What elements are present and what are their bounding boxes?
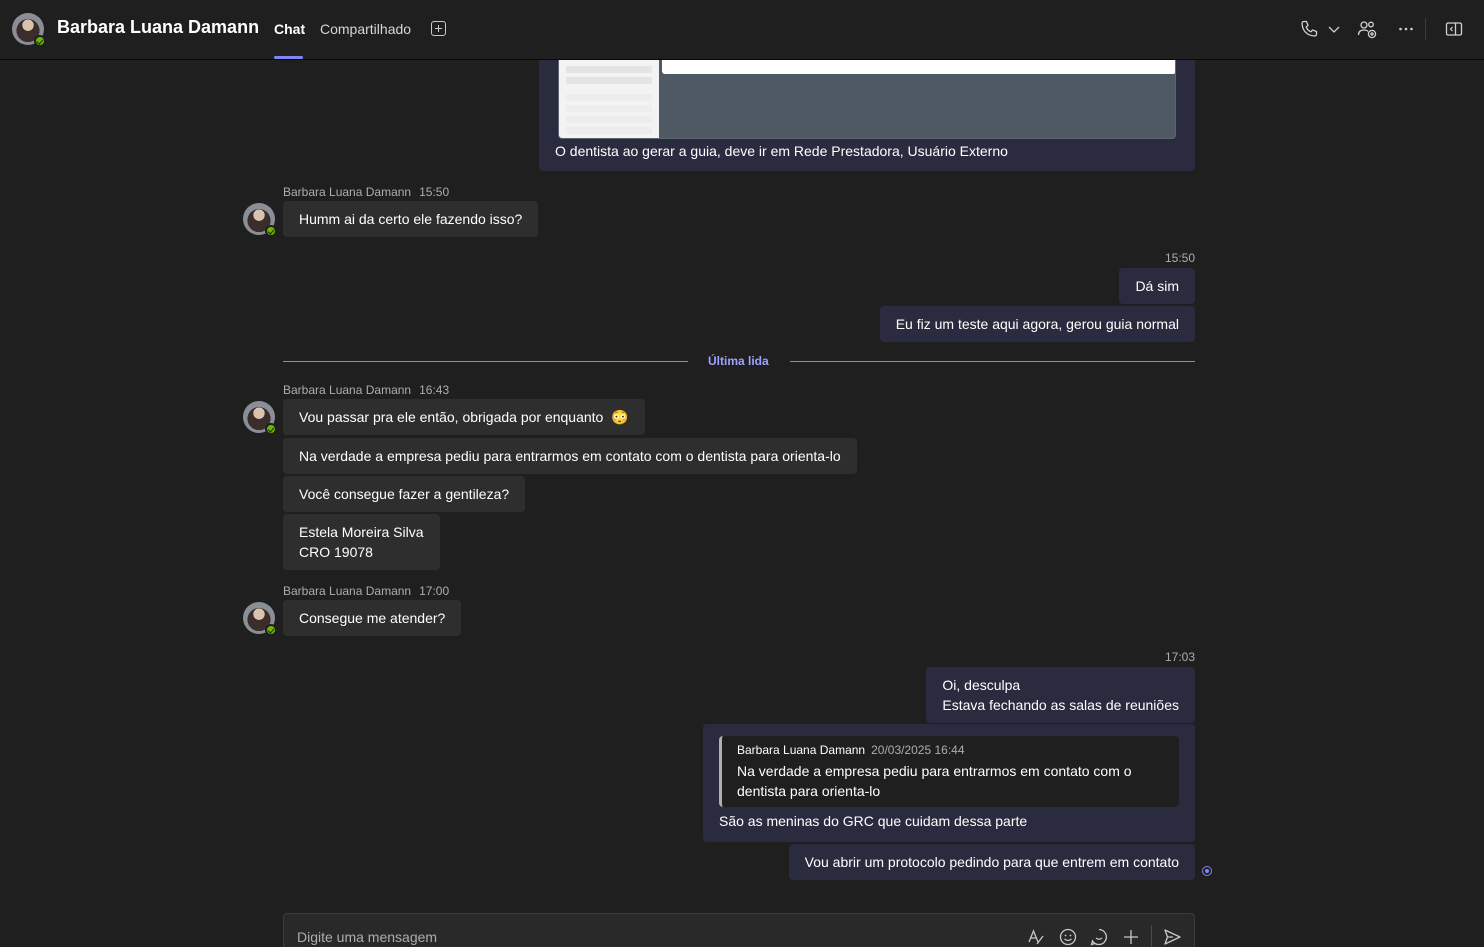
- divider-line: [790, 361, 1195, 362]
- sender-name: Barbara Luana Damann: [283, 383, 412, 397]
- quote-text: Na verdade a empresa pediu para entrarmo…: [737, 763, 1132, 799]
- outgoing-message[interactable]: Dá sim: [1119, 268, 1195, 304]
- quote-header: Barbara Luana Damann 20/03/2025 16:44: [737, 743, 965, 757]
- outgoing-message[interactable]: Eu fiz um teste aqui agora, gerou guia n…: [879, 306, 1195, 342]
- message-text: Vou passar pra ele então, obrigada por e…: [299, 409, 604, 425]
- quoted-message[interactable]: Barbara Luana Damann 20/03/2025 16:44 Na …: [719, 736, 1179, 807]
- message-input[interactable]: Digite uma mensagem: [297, 929, 437, 945]
- screenshot-content-bar: [662, 60, 1175, 74]
- composer-divider: [1151, 925, 1152, 947]
- emoji-icon[interactable]: [1058, 927, 1078, 947]
- incoming-message[interactable]: Você consegue fazer a gentileza?: [283, 476, 526, 512]
- send-icon[interactable]: [1162, 927, 1182, 947]
- sender-name: Barbara Luana Damann: [283, 584, 412, 598]
- add-tab-icon[interactable]: [431, 21, 446, 36]
- last-read-label: Última lida: [708, 354, 769, 368]
- quote-sender: Barbara Luana Damann: [737, 743, 866, 757]
- divider-line: [283, 361, 688, 362]
- sticker-icon[interactable]: [1089, 927, 1109, 947]
- presence-available-icon: [265, 423, 277, 435]
- sender-name: Barbara Luana Damann: [283, 185, 412, 199]
- header-divider: [1425, 18, 1426, 40]
- open-side-panel-icon[interactable]: [1443, 18, 1465, 40]
- presence-available-icon: [265, 225, 277, 237]
- avatar[interactable]: [243, 602, 277, 636]
- message-text: O dentista ao gerar a guia, deve ir em R…: [555, 143, 1008, 159]
- message-composer[interactable]: Digite uma mensagem: [283, 913, 1195, 947]
- outgoing-message[interactable]: Oi, desculpa Estava fechando as salas de…: [926, 667, 1195, 723]
- incoming-message[interactable]: Consegue me atender?: [283, 600, 462, 636]
- timestamp: 15:50: [419, 185, 450, 199]
- message-meta: Barbara Luana Damann 16:43: [283, 383, 449, 397]
- add-icon[interactable]: [1121, 927, 1141, 947]
- timestamp: 17:03: [1164, 650, 1195, 664]
- avatar[interactable]: [243, 401, 277, 435]
- message-text: Oi, desculpa: [942, 677, 1021, 693]
- quote-date: 20/03/2025 16:44: [871, 743, 965, 757]
- presence-available-icon: [34, 35, 46, 47]
- avatar[interactable]: [12, 13, 46, 47]
- outgoing-message-with-quote[interactable]: Barbara Luana Damann 20/03/2025 16:44 Na …: [703, 724, 1195, 842]
- incoming-message[interactable]: Vou passar pra ele então, obrigada por e…: [283, 399, 645, 435]
- chat-header: Barbara Luana Damann Chat Compartilhado: [0, 0, 1484, 60]
- incoming-message[interactable]: Na verdade a empresa pediu para entrarmo…: [283, 438, 857, 474]
- avatar[interactable]: [243, 203, 277, 237]
- active-tab-indicator: [274, 56, 303, 59]
- tab-chat[interactable]: Chat: [274, 21, 305, 37]
- incoming-message[interactable]: Estela Moreira Silva CRO 19078: [283, 514, 440, 570]
- message-text: Estava fechando as salas de reuniões: [942, 697, 1179, 713]
- flushed-emoji-icon: 😳: [611, 409, 629, 425]
- chevron-down-icon[interactable]: [1323, 18, 1345, 40]
- message-text: São as meninas do GRC que cuidam dessa p…: [719, 813, 1028, 829]
- people-add-icon[interactable]: [1356, 18, 1378, 40]
- message-meta: Barbara Luana Damann 17:00: [283, 584, 449, 598]
- message-text: CRO 19078: [299, 544, 373, 560]
- tab-compartilhado[interactable]: Compartilhado: [320, 21, 411, 37]
- incoming-message[interactable]: Humm ai da certo ele fazendo isso?: [283, 201, 539, 237]
- format-icon[interactable]: [1026, 927, 1046, 947]
- last-read-divider: Última lida: [283, 352, 1195, 372]
- message-meta: Barbara Luana Damann 15:50: [283, 185, 449, 199]
- more-icon[interactable]: [1395, 18, 1417, 40]
- message-list[interactable]: O dentista ao gerar a guia, deve ir em R…: [0, 60, 1484, 947]
- screenshot-sidebar: [559, 60, 659, 138]
- seen-receipt-icon: [1202, 866, 1212, 876]
- message-text: Estela Moreira Silva: [299, 524, 424, 540]
- timestamp: 15:50: [1164, 251, 1195, 265]
- timestamp: 16:43: [419, 383, 450, 397]
- outgoing-message[interactable]: Vou abrir um protocolo pedindo para que …: [788, 844, 1195, 880]
- timestamp: 17:00: [419, 584, 450, 598]
- presence-available-icon: [265, 624, 277, 636]
- phone-icon[interactable]: [1298, 18, 1320, 40]
- page-title[interactable]: Barbara Luana Damann: [57, 17, 259, 38]
- image-message[interactable]: O dentista ao gerar a guia, deve ir em R…: [539, 60, 1195, 171]
- screenshot-attachment[interactable]: [558, 60, 1176, 139]
